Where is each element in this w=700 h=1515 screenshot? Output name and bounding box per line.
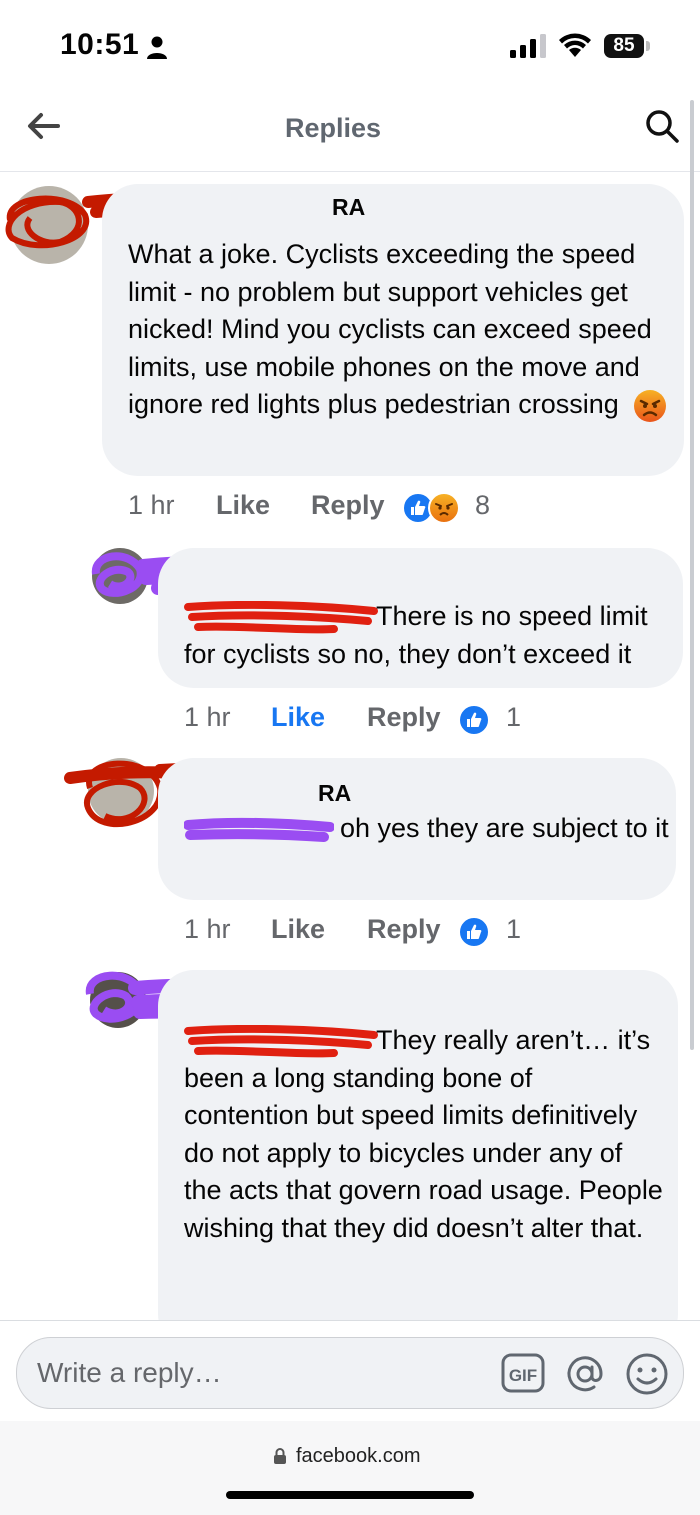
comment-time: 1 hr: [128, 490, 175, 520]
cellular-signal-icon: [510, 34, 546, 58]
reply-input[interactable]: Write a reply… GIF: [16, 1337, 684, 1409]
comment-meta: 1 hr Like Reply 1: [184, 914, 684, 948]
battery-indicator: 85: [604, 34, 644, 58]
like-button[interactable]: Like: [216, 490, 270, 521]
comment-bubble[interactable]: They really aren’t… it’s been a long sta…: [158, 970, 678, 1350]
reaction-count[interactable]: 8: [475, 490, 490, 521]
comment-time: 1 hr: [184, 914, 231, 944]
reply-composer: Write a reply… GIF: [0, 1320, 700, 1421]
comment-meta: 1 hr Like Reply 8: [128, 490, 688, 524]
person-icon: [147, 36, 167, 59]
reply-button[interactable]: Reply: [311, 490, 385, 521]
browser-url-bar: facebook.com: [0, 1421, 700, 1515]
reaction-count[interactable]: 1: [506, 702, 521, 733]
url-domain[interactable]: facebook.com: [296, 1445, 421, 1468]
comment-bubble[interactable]: RA oh yes they are subject to it: [158, 758, 676, 900]
comment-text: oh yes they are subject to it: [340, 813, 669, 843]
reply-placeholder: Write a reply…: [37, 1357, 222, 1388]
reply-button[interactable]: Reply: [367, 702, 441, 733]
status-bar: 10:51 85: [0, 0, 700, 95]
angry-reaction-icon: [428, 492, 460, 524]
status-time: 10:51: [60, 28, 140, 61]
redaction-scribble: [184, 1024, 378, 1058]
search-icon[interactable]: [644, 108, 680, 144]
wifi-icon: [559, 33, 591, 57]
comment-time: 1 hr: [184, 702, 231, 732]
reply-button[interactable]: Reply: [367, 914, 441, 945]
angry-emoji-icon: [633, 390, 666, 423]
comment-text: What a joke. Cyclists exceeding the spee…: [128, 239, 652, 420]
scrollbar[interactable]: [690, 100, 694, 1050]
emoji-icon[interactable]: [625, 1352, 669, 1396]
like-button[interactable]: Like: [271, 702, 325, 733]
redaction-scribble: [183, 817, 335, 842]
like-button[interactable]: Like: [271, 914, 325, 945]
comment-author[interactable]: RA: [318, 780, 351, 806]
like-reaction-icon: [458, 916, 490, 948]
page-title: Replies: [284, 113, 382, 143]
home-indicator[interactable]: [226, 1491, 474, 1499]
comment-author[interactable]: RA: [332, 194, 365, 220]
header: Replies: [0, 95, 700, 172]
battery-cap: [646, 41, 650, 51]
comment-meta: 1 hr Like Reply 1: [184, 702, 684, 736]
comment-bubble[interactable]: RA What a joke. Cyclists exceeding the s…: [102, 184, 684, 476]
lock-icon: [274, 1448, 286, 1464]
comment-bubble[interactable]: There is no speed limit for cyclists so …: [158, 548, 683, 688]
mention-at-icon[interactable]: [563, 1352, 607, 1396]
gif-icon[interactable]: GIF: [501, 1353, 545, 1393]
reaction-count[interactable]: 1: [506, 914, 521, 945]
redaction-scribble: [184, 600, 378, 634]
like-reaction-icon: [458, 704, 490, 736]
gif-label: GIF: [509, 1366, 537, 1385]
